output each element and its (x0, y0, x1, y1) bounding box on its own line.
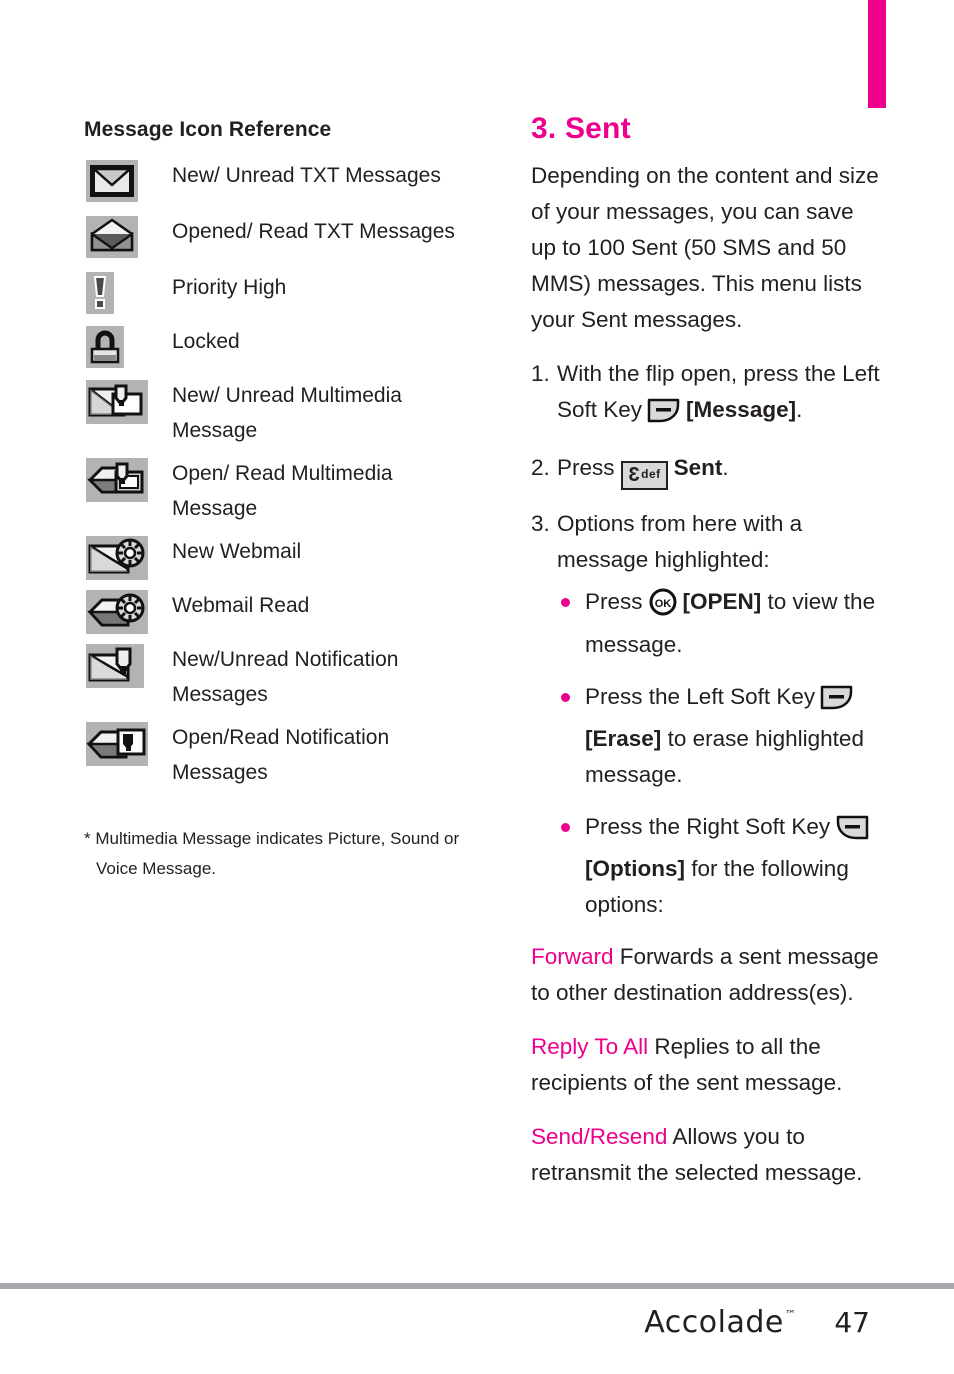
bullet-bold-text: [Erase] (585, 726, 662, 751)
list-item: 1. With the flip open, press the Left So… (531, 356, 881, 434)
message-icon-reference-column: Message Icon Reference New/ Unread TXT M… (84, 118, 474, 884)
list-item: 3. Options from here with a message high… (531, 506, 881, 578)
option-name: Reply To All (531, 1034, 649, 1059)
bullet-text: Press (585, 589, 643, 614)
brand-label: Accolade (644, 1304, 784, 1340)
list-item: Press the Right Soft Key [Options] for t… (531, 809, 881, 923)
step-bold-text: [Message] (686, 397, 797, 422)
step-body: With the flip open, press the Left Soft … (557, 356, 881, 434)
section-color-tab (868, 0, 886, 108)
option-send-resend: Send/Resend Allows you to retransmit the… (531, 1119, 881, 1191)
page-title: Message Icon Reference (84, 118, 332, 141)
bullet-dot-icon (561, 584, 585, 663)
step-text-after: . (796, 397, 803, 422)
step-text: Press (557, 455, 615, 480)
list-item: Press the Left Soft Key [Erase] to erase… (531, 679, 881, 793)
webmail-read-icon (84, 588, 172, 634)
list-item-label: Webmail Read (172, 594, 310, 617)
multimedia-read-icon (84, 456, 172, 502)
bullet-list: Press OK [OPEN] to view the message. Pre… (531, 584, 881, 923)
left-soft-key-icon (820, 684, 854, 721)
key-digit: 3 (627, 464, 640, 486)
list-item: Open/ Read Multimedia Message (84, 456, 474, 526)
list-item: Open/Read Notification Messages (84, 720, 474, 790)
intro-paragraph: Depending on the content and size of you… (531, 163, 879, 332)
step-number: 1. (531, 361, 550, 386)
bullet-text: Press the Left Soft Key (585, 684, 816, 709)
list-item-label: New/Unread Notification Messages (172, 648, 399, 706)
list-item-label: Priority High (172, 276, 287, 299)
step-text-after: . (722, 455, 729, 480)
padlock-icon (84, 324, 172, 368)
key-3-def-icon: 3 def (620, 461, 668, 490)
list-item-label: New Webmail (172, 540, 302, 563)
icon-reference-list: New/ Unread TXT Messages Opened/ Read TX… (84, 158, 474, 790)
list-item-label: New/ Unread TXT Messages (172, 164, 441, 187)
notification-unread-icon (84, 642, 172, 688)
multimedia-unread-icon (84, 378, 172, 424)
list-item: Webmail Read (84, 588, 474, 634)
list-item-label: Open/ Read Multimedia Message (172, 462, 393, 520)
option-name: Forward (531, 944, 614, 969)
bullet-body: Press OK [OPEN] to view the message. (585, 584, 881, 663)
key-letters: def (641, 467, 661, 481)
brand-name: Accolade™ (644, 1305, 796, 1340)
trademark-symbol: ™ (784, 1307, 797, 1321)
page-number: 47 (834, 1305, 870, 1339)
option-reply-to-all: Reply To All Replies to all the recipien… (531, 1029, 881, 1101)
step-body: Options from here with a message highlig… (557, 511, 803, 572)
bullet-dot-icon (561, 679, 585, 793)
list-item: New/ Unread TXT Messages (84, 158, 474, 206)
step-number: 3. (531, 511, 550, 536)
list-item-label: Opened/ Read TXT Messages (172, 220, 455, 243)
bullet-body: Press the Left Soft Key [Erase] to erase… (585, 679, 881, 793)
steps-list: 1. With the flip open, press the Left So… (531, 356, 881, 578)
list-item-label: Open/Read Notification Messages (172, 726, 390, 784)
ok-key-icon: OK (648, 588, 678, 627)
list-item: New/ Unread Multimedia Message (84, 378, 474, 448)
priority-high-icon (84, 270, 172, 314)
step-body: Press 3 def Sent. (557, 450, 881, 490)
envelope-open-icon (84, 214, 172, 258)
webmail-new-icon (84, 534, 172, 580)
svg-text:OK: OK (654, 598, 671, 610)
page-footer: Accolade™ 47 (0, 1292, 954, 1352)
bullet-bold-text: [Options] (585, 856, 685, 881)
left-soft-key-icon (647, 397, 681, 434)
sent-section-column: 3. Sent Depending on the content and siz… (531, 112, 881, 1209)
option-name: Send/Resend (531, 1124, 668, 1149)
section-title: 3. Sent (531, 112, 631, 145)
list-item: Locked (84, 324, 474, 370)
list-item-label: Locked (172, 330, 240, 353)
step-bold-text: Sent (673, 455, 723, 480)
bullet-dot-icon (561, 809, 585, 923)
list-item: Priority High (84, 270, 474, 316)
bullet-bold-text: [OPEN] (682, 589, 762, 614)
list-item: New/Unread Notification Messages (84, 642, 474, 712)
list-item: New Webmail (84, 534, 474, 580)
list-item: 2. Press 3 def Sent. (531, 450, 881, 490)
envelope-closed-icon (84, 158, 172, 202)
footnote: * Multimedia Message indicates Picture, … (84, 829, 460, 878)
right-soft-key-icon (835, 814, 869, 851)
step-number: 2. (531, 455, 550, 480)
option-forward: Forward Forwards a sent message to other… (531, 939, 881, 1011)
manual-page: Message Icon Reference New/ Unread TXT M… (0, 0, 954, 1374)
list-item: Opened/ Read TXT Messages (84, 214, 474, 262)
list-item-label: New/ Unread Multimedia Message (172, 384, 402, 442)
list-item: Press OK [OPEN] to view the message. (531, 584, 881, 663)
footer-divider (0, 1283, 954, 1289)
bullet-text: Press the Right Soft Key (585, 814, 831, 839)
notification-read-icon (84, 720, 172, 766)
bullet-body: Press the Right Soft Key [Options] for t… (585, 809, 881, 923)
